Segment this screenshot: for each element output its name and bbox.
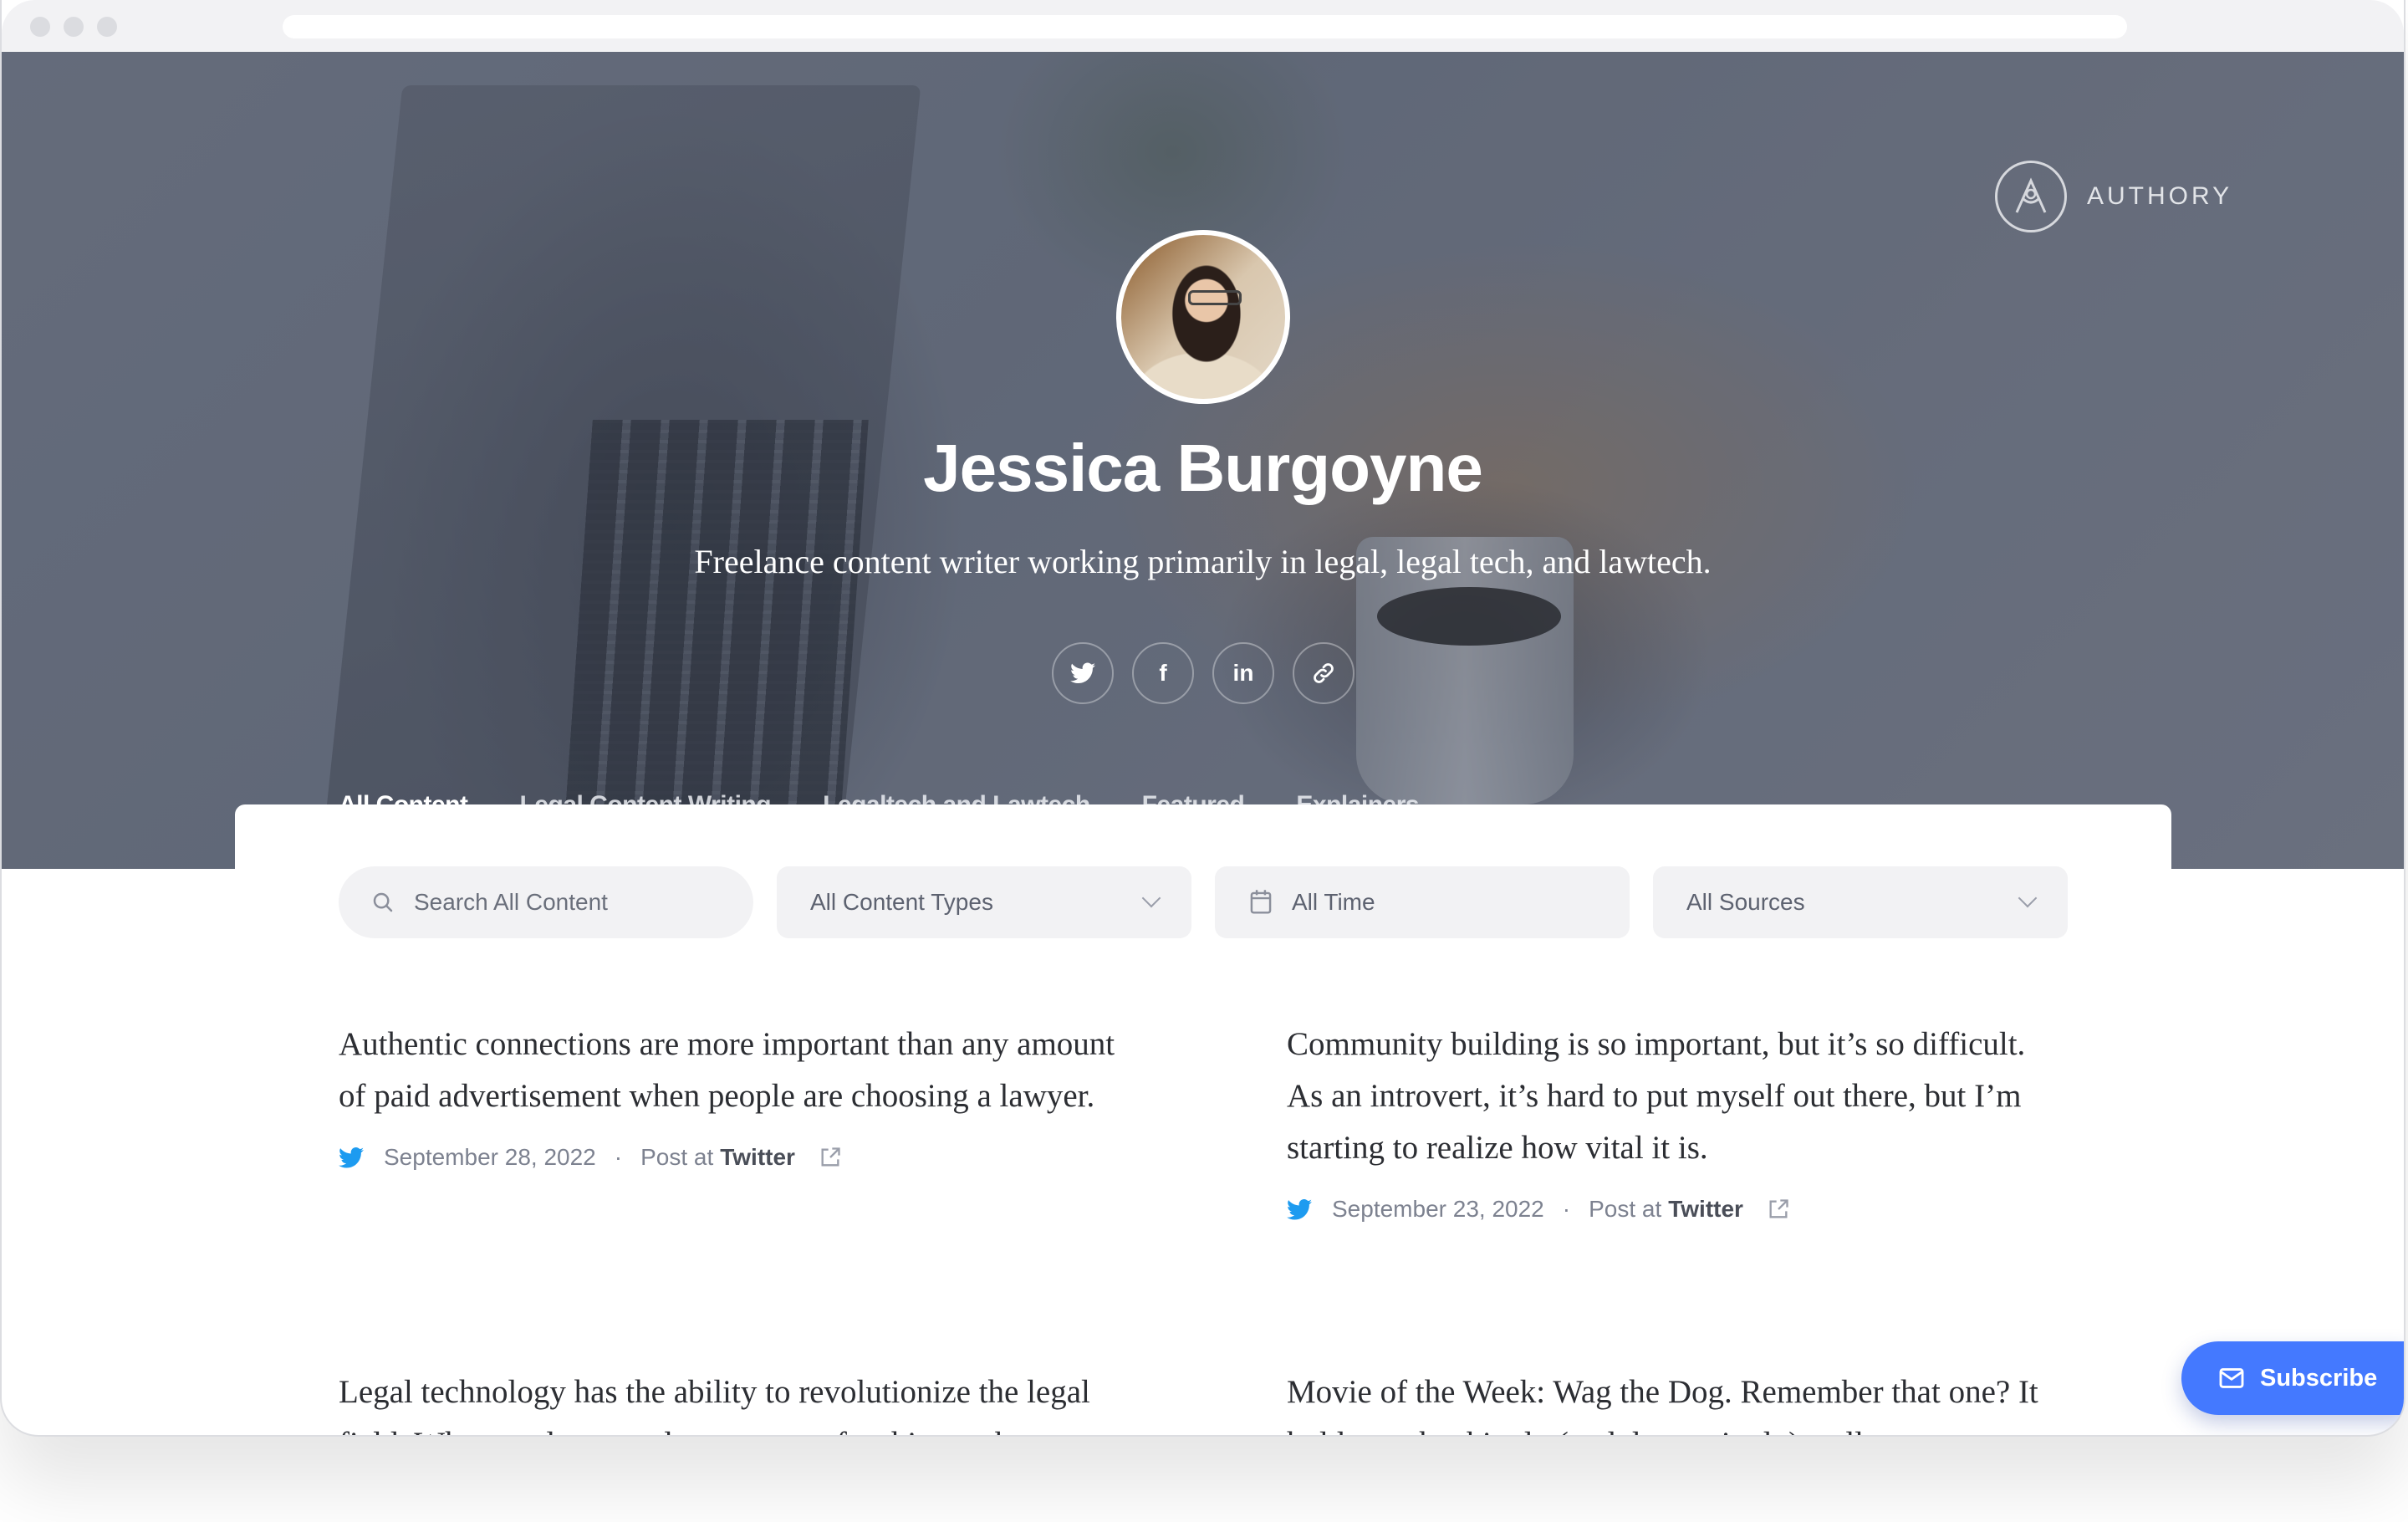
source-select[interactable]: All Sources (1653, 866, 2068, 938)
social-links: f in (1052, 642, 1354, 704)
post-text: Authentic connections are more important… (339, 1026, 1115, 1114)
content-card: All Content Types All Time All Sources A… (235, 804, 2171, 1435)
window-close-button[interactable] (30, 17, 50, 37)
address-bar[interactable] (283, 15, 2127, 38)
post-item[interactable]: Legal technology has the ability to revo… (339, 1366, 1116, 1435)
post-item[interactable]: Community building is so important, but … (1287, 1019, 2064, 1223)
website-link[interactable] (1293, 642, 1354, 704)
content-type-value: All Content Types (810, 889, 993, 915)
post-item[interactable]: Movie of the Week: Wag the Dog. Remember… (1287, 1366, 2064, 1435)
authory-logo-icon (1995, 161, 2067, 232)
window-minimize-button[interactable] (64, 17, 84, 37)
external-link-icon[interactable] (1767, 1198, 1790, 1221)
time-filter-value: All Time (1292, 889, 1375, 915)
source-value: All Sources (1686, 889, 1805, 915)
meta-separator: · (614, 1144, 623, 1170)
window-maximize-button[interactable] (97, 17, 117, 37)
linkedin-link[interactable]: in (1212, 642, 1274, 704)
linkedin-icon: in (1232, 660, 1254, 686)
meta-separator: · (1562, 1196, 1571, 1222)
profile-hero: AUTHORY Jessica Burgoyne Freelance conte… (2, 52, 2404, 869)
subscribe-label: Subscribe (2260, 1364, 2378, 1392)
external-link-icon[interactable] (819, 1146, 842, 1169)
search-input[interactable] (414, 889, 715, 916)
browser-titlebar (2, 0, 2404, 52)
content-type-select[interactable]: All Content Types (777, 866, 1191, 938)
chevron-down-icon (1141, 888, 1161, 908)
post-meta: September 23, 2022 · Post at Twitter (1287, 1196, 2064, 1223)
facebook-icon: f (1159, 660, 1167, 686)
authory-logo[interactable]: AUTHORY (1995, 161, 2232, 232)
time-filter[interactable]: All Time (1215, 866, 1630, 938)
twitter-link[interactable] (1052, 642, 1114, 704)
post-text: Movie of the Week: Wag the Dog. Remember… (1287, 1374, 2038, 1435)
twitter-icon (1287, 1198, 1312, 1219)
authory-logo-text: AUTHORY (2087, 182, 2233, 210)
post-source: Twitter (720, 1144, 795, 1170)
post-source: Twitter (1668, 1196, 1743, 1222)
post-item[interactable]: Authentic connections are more important… (339, 1019, 1116, 1171)
calendar-icon (1250, 890, 1272, 914)
profile-bio: Freelance content writer working primari… (694, 543, 1712, 580)
post-text: Legal technology has the ability to revo… (339, 1374, 1090, 1435)
avatar (1116, 230, 1290, 404)
post-date: September 28, 2022 (384, 1144, 596, 1170)
post-type: Post at (640, 1144, 714, 1170)
search-icon (373, 892, 393, 912)
post-meta: September 28, 2022 · Post at Twitter (339, 1144, 1116, 1171)
search-field[interactable] (339, 866, 753, 938)
twitter-icon (339, 1147, 364, 1167)
facebook-link[interactable]: f (1132, 642, 1194, 704)
post-text: Community building is so important, but … (1287, 1026, 2026, 1166)
avatar-glasses (1188, 290, 1242, 305)
chevron-down-icon (2018, 888, 2038, 908)
profile-name: Jessica Burgoyne (923, 431, 1483, 505)
browser-window: AUTHORY Jessica Burgoyne Freelance conte… (0, 0, 2405, 1437)
link-icon (1314, 663, 1334, 683)
twitter-icon (1070, 662, 1095, 683)
post-date: September 23, 2022 (1332, 1196, 1544, 1222)
filter-bar: All Content Types All Time All Sources (339, 866, 2068, 938)
mail-icon (2219, 1368, 2244, 1388)
subscribe-button[interactable]: Subscribe (2181, 1341, 2404, 1415)
post-type: Post at (1589, 1196, 1662, 1222)
